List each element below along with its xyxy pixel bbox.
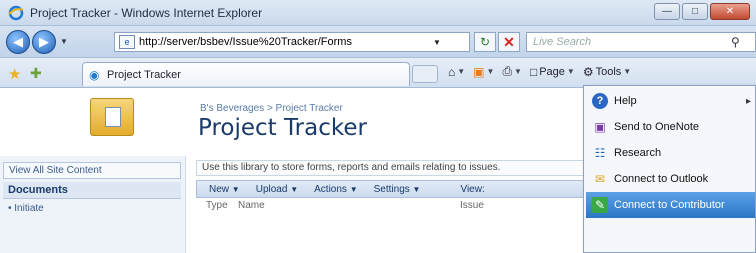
menu-item-send-to-onenote[interactable]: ▣ Send to OneNote (586, 114, 755, 140)
tools-dropdown-menu: ? Help ▸ ▣ Send to OneNote ☷ Research ✉ … (583, 85, 756, 253)
title-bar: Project Tracker - Windows Internet Explo… (0, 0, 756, 26)
refresh-icon: ↻ (479, 35, 491, 49)
tab-page-icon: ◉ (89, 67, 100, 82)
chevron-down-icon: ▼ (623, 67, 632, 76)
help-icon: ? (592, 93, 608, 109)
menu-item-label: Send to OneNote (614, 121, 700, 133)
stop-icon: ✕ (503, 33, 515, 50)
forward-button[interactable]: ▶ (32, 30, 56, 54)
gear-icon: ⚙ (582, 64, 594, 79)
quick-launch: View All Site Content Documents • Initia… (0, 156, 186, 253)
page-menu-icon: □ (529, 64, 538, 79)
search-icon[interactable]: ⚲ (731, 35, 755, 49)
site-logo (90, 98, 134, 136)
tab-project-tracker[interactable]: ◉ Project Tracker (82, 62, 410, 86)
print-icon: ⎙ (502, 64, 513, 78)
url-text: http://server/bsbev/Issue%20Tracker/Form… (139, 36, 352, 48)
back-button[interactable]: ◀ (6, 30, 30, 54)
search-input[interactable]: Live Search ⚲ (526, 32, 756, 52)
chevron-down-icon: ▼ (290, 184, 299, 194)
command-tools: ⌂ ▼ ▣ ▼ ⎙ ▼ □ Page ▼ ⚙ Tools ▼ (448, 64, 631, 79)
onenote-icon: ▣ (594, 120, 606, 134)
nav-item-initiate[interactable]: • Initiate (8, 203, 44, 214)
print-button[interactable]: ⎙ ▼ (502, 64, 522, 79)
document-icon (105, 107, 121, 127)
menu-item-label: Connect to Outlook (614, 173, 709, 185)
column-issue[interactable]: Issue (436, 200, 484, 216)
contributor-icon: ✎ (592, 197, 608, 213)
research-icon: ☷ (594, 146, 606, 160)
settings-label: Settings (373, 183, 410, 195)
upload-menu[interactable]: Upload ▼ (256, 184, 298, 195)
chevron-down-icon: ▼ (231, 184, 240, 194)
page-title: Project Tracker (198, 115, 367, 141)
submenu-arrow-icon: ▸ (745, 95, 751, 107)
chevron-down-icon: ▼ (514, 67, 522, 76)
chevron-down-icon: ▼ (412, 184, 421, 194)
nav-item-label: Initiate (14, 203, 44, 214)
favorites-star-icon[interactable]: ★ (8, 65, 21, 83)
actions-label: Actions (314, 183, 347, 195)
documents-heading[interactable]: Documents (3, 182, 181, 199)
new-menu[interactable]: New ▼ (209, 184, 240, 195)
maximize-button[interactable]: □ (682, 3, 708, 20)
url-field[interactable]: e http://server/bsbev/Issue%20Tracker/Fo… (114, 32, 470, 52)
view-all-site-content-link[interactable]: View All Site Content (3, 162, 181, 179)
menu-item-connect-to-contributor[interactable]: ✎ Connect to Contributor (586, 192, 755, 218)
new-label: New (209, 183, 230, 195)
outlook-icon: ✉ (594, 172, 606, 186)
forward-arrow-icon: ▶ (39, 34, 49, 49)
list-description: Use this library to store forms, reports… (196, 160, 600, 176)
add-favorites-icon[interactable]: ✚ (30, 65, 42, 82)
tab-label: Project Tracker (107, 68, 181, 81)
page-menu-button[interactable]: □ Page ▼ (530, 65, 575, 79)
refresh-button[interactable]: ↻ (474, 32, 496, 52)
chevron-down-icon: ▼ (566, 67, 575, 76)
chevron-down-icon: ▼ (349, 184, 358, 194)
stop-button[interactable]: ✕ (498, 32, 520, 52)
page-menu-label: Page (539, 65, 565, 78)
home-button[interactable]: ⌂ ▼ (448, 65, 465, 79)
page-icon: e (119, 35, 135, 49)
back-arrow-icon: ◀ (13, 34, 23, 49)
tools-menu-button[interactable]: ⚙ Tools ▼ (583, 65, 631, 79)
column-type[interactable]: Type (196, 200, 230, 216)
new-tab-button[interactable] (412, 65, 438, 83)
rss-icon: ▣ (473, 64, 485, 79)
menu-item-label: Research (614, 147, 662, 159)
recent-pages-dropdown[interactable]: ▼ (60, 37, 68, 46)
search-placeholder: Live Search (533, 36, 592, 48)
home-icon: ⌂ (448, 64, 456, 79)
chevron-down-icon: ▼ (457, 67, 466, 76)
menu-item-connect-to-outlook[interactable]: ✉ Connect to Outlook (586, 166, 755, 192)
url-dropdown-icon[interactable]: ▼ (433, 38, 441, 47)
window-title: Project Tracker - Windows Internet Explo… (30, 6, 263, 20)
column-name[interactable]: Name (230, 200, 436, 216)
view-label: View: (460, 183, 485, 195)
minimize-button[interactable]: — (654, 3, 680, 20)
settings-menu[interactable]: Settings ▼ (374, 184, 421, 195)
ie-logo-icon (8, 5, 24, 21)
window-controls: — □ ✕ (654, 3, 750, 20)
actions-menu[interactable]: Actions ▼ (314, 184, 358, 195)
menu-item-help[interactable]: ? Help ▸ (586, 88, 755, 114)
feeds-button[interactable]: ▣ ▼ (473, 65, 494, 79)
upload-label: Upload (255, 183, 288, 195)
command-bar: ★ ✚ ◉ Project Tracker ⌂ ▼ ▣ ▼ ⎙ ▼ □ Page ▼ ⚙ T… (0, 58, 756, 88)
address-bar: ◀ ▶ ▼ e http://server/bsbev/Issue%20Trac… (0, 26, 756, 58)
menu-item-label: Connect to Contributor (614, 199, 725, 211)
close-button[interactable]: ✕ (710, 3, 750, 20)
menu-item-research[interactable]: ☷ Research (586, 140, 755, 166)
breadcrumb[interactable]: B's Beverages > Project Tracker (200, 103, 343, 114)
chevron-down-icon: ▼ (486, 67, 495, 76)
menu-item-label: Help (614, 95, 637, 107)
tools-menu-label: Tools (595, 65, 622, 78)
